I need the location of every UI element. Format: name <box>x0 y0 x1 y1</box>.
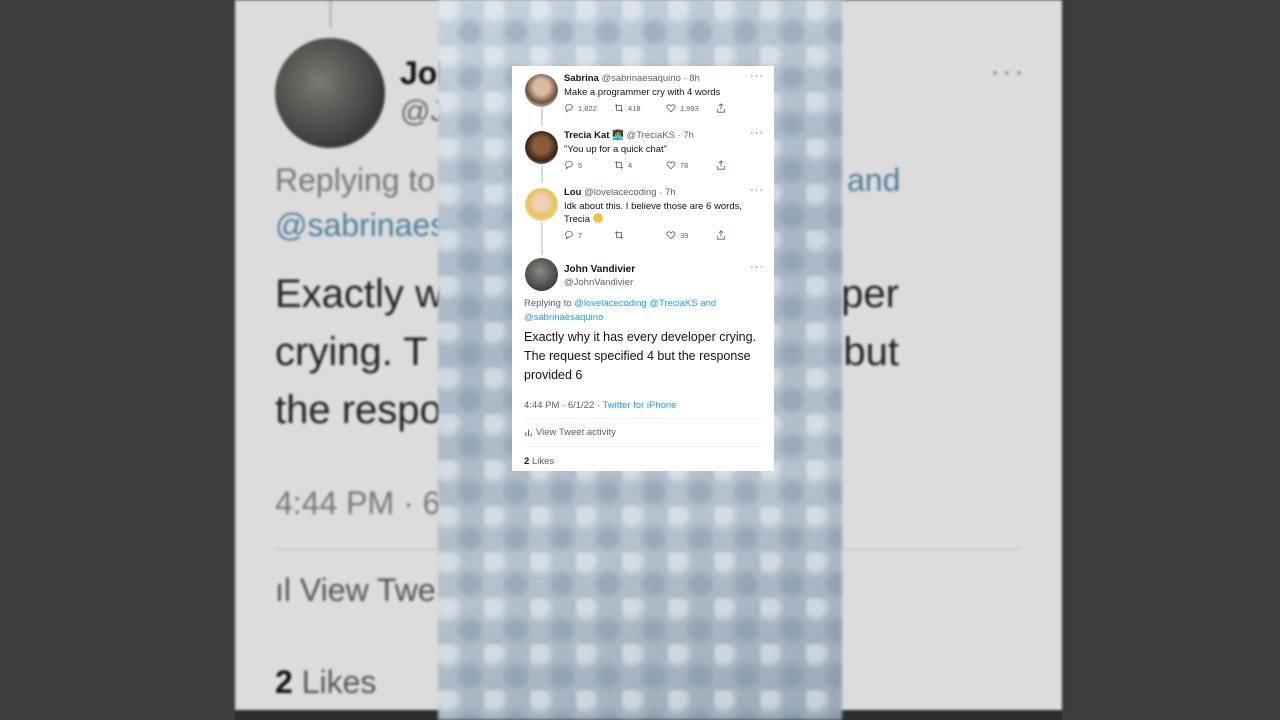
bg-thread-line <box>329 0 332 28</box>
bg-likes: 2 Likes <box>275 664 377 700</box>
more-icon[interactable]: ··· <box>750 127 764 139</box>
retweet-icon <box>614 231 624 239</box>
tweet-actions: 7 39 <box>564 230 734 242</box>
bg-avatar <box>275 38 385 148</box>
bg-view-activity: ıl View Twe <box>275 572 436 608</box>
share-button[interactable] <box>716 230 726 240</box>
reply-button[interactable]: 7 <box>564 230 582 240</box>
tweet-actions: 1,822 418 1,993 <box>564 103 734 115</box>
thread-line <box>541 222 543 255</box>
heart-icon <box>666 104 676 113</box>
more-icon[interactable]: ··· <box>750 184 764 196</box>
reply-icon <box>565 230 573 240</box>
reply-icon <box>565 160 573 170</box>
main-author-name[interactable]: John Vandivier <box>564 264 635 275</box>
share-icon <box>717 160 725 170</box>
author-meta: @TreciaKS · 7h <box>626 130 694 141</box>
background-right <box>1062 0 1280 720</box>
author-name[interactable]: Lou <box>564 187 581 198</box>
divider <box>524 446 762 447</box>
reply-icon <box>565 103 573 113</box>
view-activity-link[interactable]: View Tweet activity <box>524 427 616 438</box>
thinking-face-emoji <box>592 213 603 223</box>
heart-icon <box>666 231 676 240</box>
mention-link[interactable]: @lovelacecoding <box>574 298 647 309</box>
tweet-actions: 5 4 78 <box>564 160 734 172</box>
bg-mention: @sabrinaes <box>275 207 447 243</box>
author-name[interactable]: Sabrina <box>564 73 599 84</box>
retweet-icon <box>614 161 624 169</box>
avatar-sabrina[interactable] <box>525 74 558 107</box>
tweet-text: "You up for a quick chat" <box>564 144 668 155</box>
share-button[interactable] <box>716 160 726 170</box>
avatar-lou[interactable] <box>525 188 558 221</box>
thread-line <box>541 108 543 126</box>
tweet-text: Make a programmer cry with 4 words <box>564 87 721 98</box>
retweet-button[interactable]: 4 <box>614 160 632 170</box>
heart-icon <box>666 161 676 170</box>
tweet-thread-card: Sabrina @sabrinaesaquino · 8h ··· Make a… <box>512 66 774 471</box>
main-tweet-text: Exactly why it has every developer cryin… <box>524 330 757 382</box>
main-author-handle[interactable]: @JohnVandivier <box>564 277 633 288</box>
thread-line <box>541 165 543 183</box>
analytics-icon <box>525 429 532 437</box>
like-button[interactable]: 1,993 <box>666 103 699 113</box>
author-meta: @lovelacecoding · 7h <box>584 187 676 198</box>
more-icon[interactable]: ··· <box>750 70 764 82</box>
more-icon[interactable]: ··· <box>750 261 764 273</box>
author-meta: @sabrinaesaquino · 8h <box>601 73 700 84</box>
mention-link[interactable]: @sabrinaesaquino <box>524 312 603 323</box>
likes-count[interactable]: 2 Likes <box>524 456 554 467</box>
bg-timestamp: 4:44 PM · 6 <box>275 485 441 521</box>
author-name[interactable]: Trecia Kat <box>564 130 609 141</box>
bg-replying-and: and <box>847 162 901 198</box>
bg-replying: Replying to <box>275 162 436 198</box>
mention-link[interactable]: @TreciaKS <box>649 298 697 309</box>
retweet-button[interactable] <box>614 230 628 240</box>
share-button[interactable] <box>716 103 726 113</box>
avatar-trecia[interactable] <box>525 131 558 164</box>
tweet-timestamp: 4:44 PM · 6/1/22 · Twitter for iPhone <box>524 400 677 411</box>
divider <box>524 418 762 419</box>
avatar-john[interactable] <box>525 258 558 291</box>
bg-text-left: Exactly w crying. T the respo <box>275 272 444 432</box>
tweet-header: Trecia Kat 👩🏽‍💻 @TreciaKS · 7h <box>564 130 694 141</box>
source-link[interactable]: Twitter for iPhone <box>603 400 677 411</box>
retweet-button[interactable]: 418 <box>614 103 641 113</box>
share-icon <box>717 103 725 113</box>
like-button[interactable]: 39 <box>666 230 688 240</box>
replying-to: Replying to @lovelacecoding @TreciaKS an… <box>524 298 717 323</box>
share-icon <box>717 230 725 240</box>
bg-more-icon: ··· <box>990 55 1026 88</box>
background-left <box>0 0 235 720</box>
tweet-text: Idk about this. I believe those are 6 wo… <box>564 201 742 225</box>
reply-button[interactable]: 5 <box>564 160 582 170</box>
technologist-emoji: 👩🏽‍💻 <box>612 130 624 141</box>
retweet-icon <box>614 104 624 112</box>
tweet-header: Sabrina @sabrinaesaquino · 8h <box>564 73 700 84</box>
bg-analytics-icon: ıl <box>275 572 291 608</box>
tweet-header: Lou @lovelacecoding · 7h <box>564 187 676 198</box>
reply-button[interactable]: 1,822 <box>564 103 597 113</box>
like-button[interactable]: 78 <box>666 160 688 170</box>
